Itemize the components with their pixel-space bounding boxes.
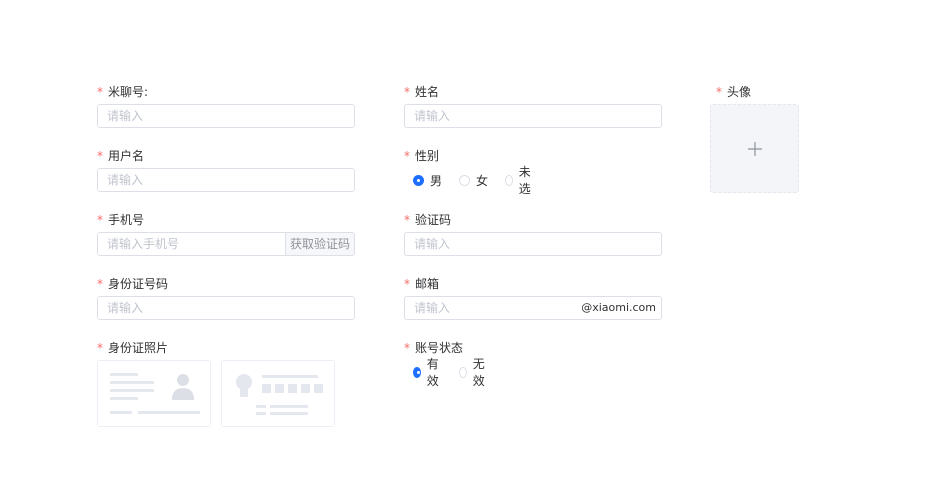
code-input[interactable] [404,232,662,256]
status-radio-group: 有效 无效 [413,357,505,388]
radio-dot[interactable] [459,366,467,378]
radio-dot[interactable] [413,174,424,186]
status-radio-invalid[interactable]: 无效 [459,355,488,389]
phone-input[interactable] [98,233,285,255]
gender-radio-unselected[interactable]: 未选 [505,163,534,197]
username-label: * 用户名 [97,149,145,163]
get-code-button[interactable]: 获取验证码 [284,233,354,255]
id-card-front-icon [110,373,200,414]
status-label: * 账号状态 [404,341,464,355]
id-card-back-icon [236,374,323,415]
gender-radio-male[interactable]: 男 [413,172,442,189]
username-input[interactable] [97,168,355,192]
gender-label: * 性别 [404,149,440,163]
phone-label: * 手机号 [97,213,145,227]
radio-dot[interactable] [413,366,421,378]
gender-radio-group: 男 女 未选 [413,165,551,196]
avatar-label: * 头像 [716,85,752,99]
name-label: * 姓名 [404,85,440,99]
id-card-back-upload[interactable] [221,360,335,427]
email-input-group: @xiaomi.com [404,296,662,320]
mliao-input[interactable] [97,104,355,128]
status-radio-valid[interactable]: 有效 [413,355,442,389]
email-domain-suffix: @xiaomi.com [581,301,656,314]
phone-input-group: 获取验证码 [97,232,355,256]
idnumber-input[interactable] [97,296,355,320]
id-card-front-upload[interactable] [97,360,211,427]
avatar-upload[interactable] [710,104,799,193]
name-input[interactable] [404,104,662,128]
mliao-label: * 米聊号: [97,85,149,99]
plus-icon [747,141,762,156]
email-input[interactable] [405,297,582,319]
idphoto-label: * 身份证照片 [97,341,169,355]
gender-radio-female[interactable]: 女 [459,172,488,189]
idnumber-label: * 身份证号码 [97,277,169,291]
radio-dot[interactable] [505,174,513,186]
email-label: * 邮箱 [404,277,440,291]
code-label: * 验证码 [404,213,452,227]
radio-dot[interactable] [459,174,471,186]
